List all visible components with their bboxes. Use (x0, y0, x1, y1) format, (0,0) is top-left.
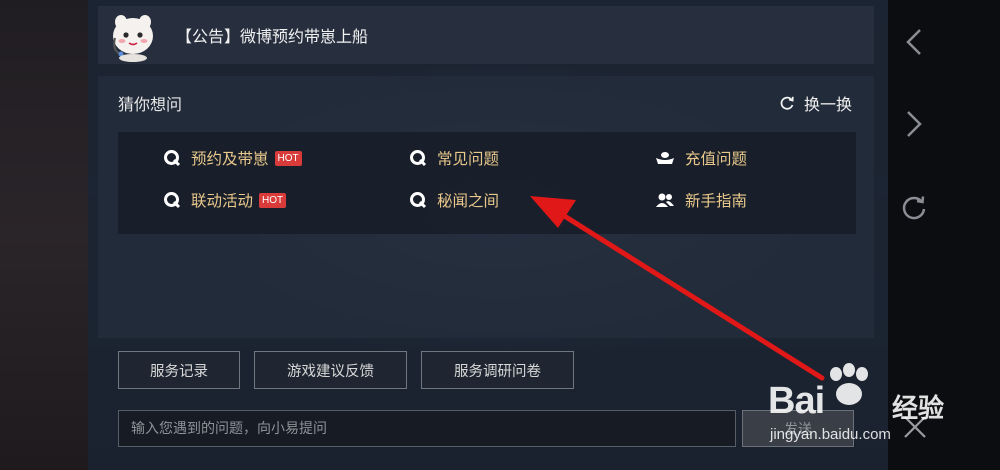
reload-icon[interactable] (896, 190, 932, 226)
question-secret-room[interactable]: 秘闻之间 (409, 189, 499, 211)
chevron-left-icon[interactable] (896, 24, 932, 60)
close-icon[interactable] (902, 414, 928, 440)
refresh-icon (780, 96, 794, 110)
q-icon (163, 149, 181, 167)
guess-title: 猜你想问 (118, 95, 183, 114)
q-icon (409, 149, 427, 167)
users-icon (655, 191, 675, 209)
question-collab-event[interactable]: 联动活动 HOT (163, 189, 287, 211)
notice-text: 【公告】微博预约带崽上船 (176, 27, 369, 46)
service-record-button[interactable]: 服务记录 (118, 351, 240, 389)
question-faq[interactable]: 常见问题 (409, 147, 499, 169)
service-survey-button[interactable]: 服务调研问卷 (421, 351, 574, 389)
question-label: 新手指南 (685, 192, 748, 210)
game-feedback-button[interactable]: 游戏建议反馈 (254, 351, 407, 389)
refresh-button[interactable]: 换一换 (778, 91, 852, 115)
question-beginner-guide[interactable]: 新手指南 (655, 189, 747, 211)
q-icon (163, 191, 181, 209)
ingot-icon (655, 149, 675, 167)
question-input[interactable] (118, 410, 736, 447)
hot-badge: HOT (259, 192, 287, 208)
chevron-right-icon[interactable] (896, 106, 932, 142)
question-label: 预约及带崽 (191, 150, 269, 168)
notice-bar[interactable]: 【公告】微博预约带崽上船 (98, 6, 874, 64)
scene-background-left (0, 0, 88, 470)
question-recharge[interactable]: 充值问题 (655, 147, 747, 169)
question-reservation[interactable]: 预约及带崽 HOT (163, 147, 302, 169)
question-label: 常见问题 (437, 150, 500, 168)
refresh-label: 换一换 (804, 95, 853, 114)
q-icon (409, 191, 427, 209)
question-label: 充值问题 (685, 150, 748, 168)
question-label: 联动活动 (191, 192, 254, 210)
send-button[interactable]: 发送 (742, 410, 854, 447)
question-label: 秘闻之间 (437, 192, 500, 210)
hot-badge: HOT (274, 150, 302, 166)
assistant-avatar (106, 8, 160, 62)
side-toolbar-background (888, 0, 1000, 470)
